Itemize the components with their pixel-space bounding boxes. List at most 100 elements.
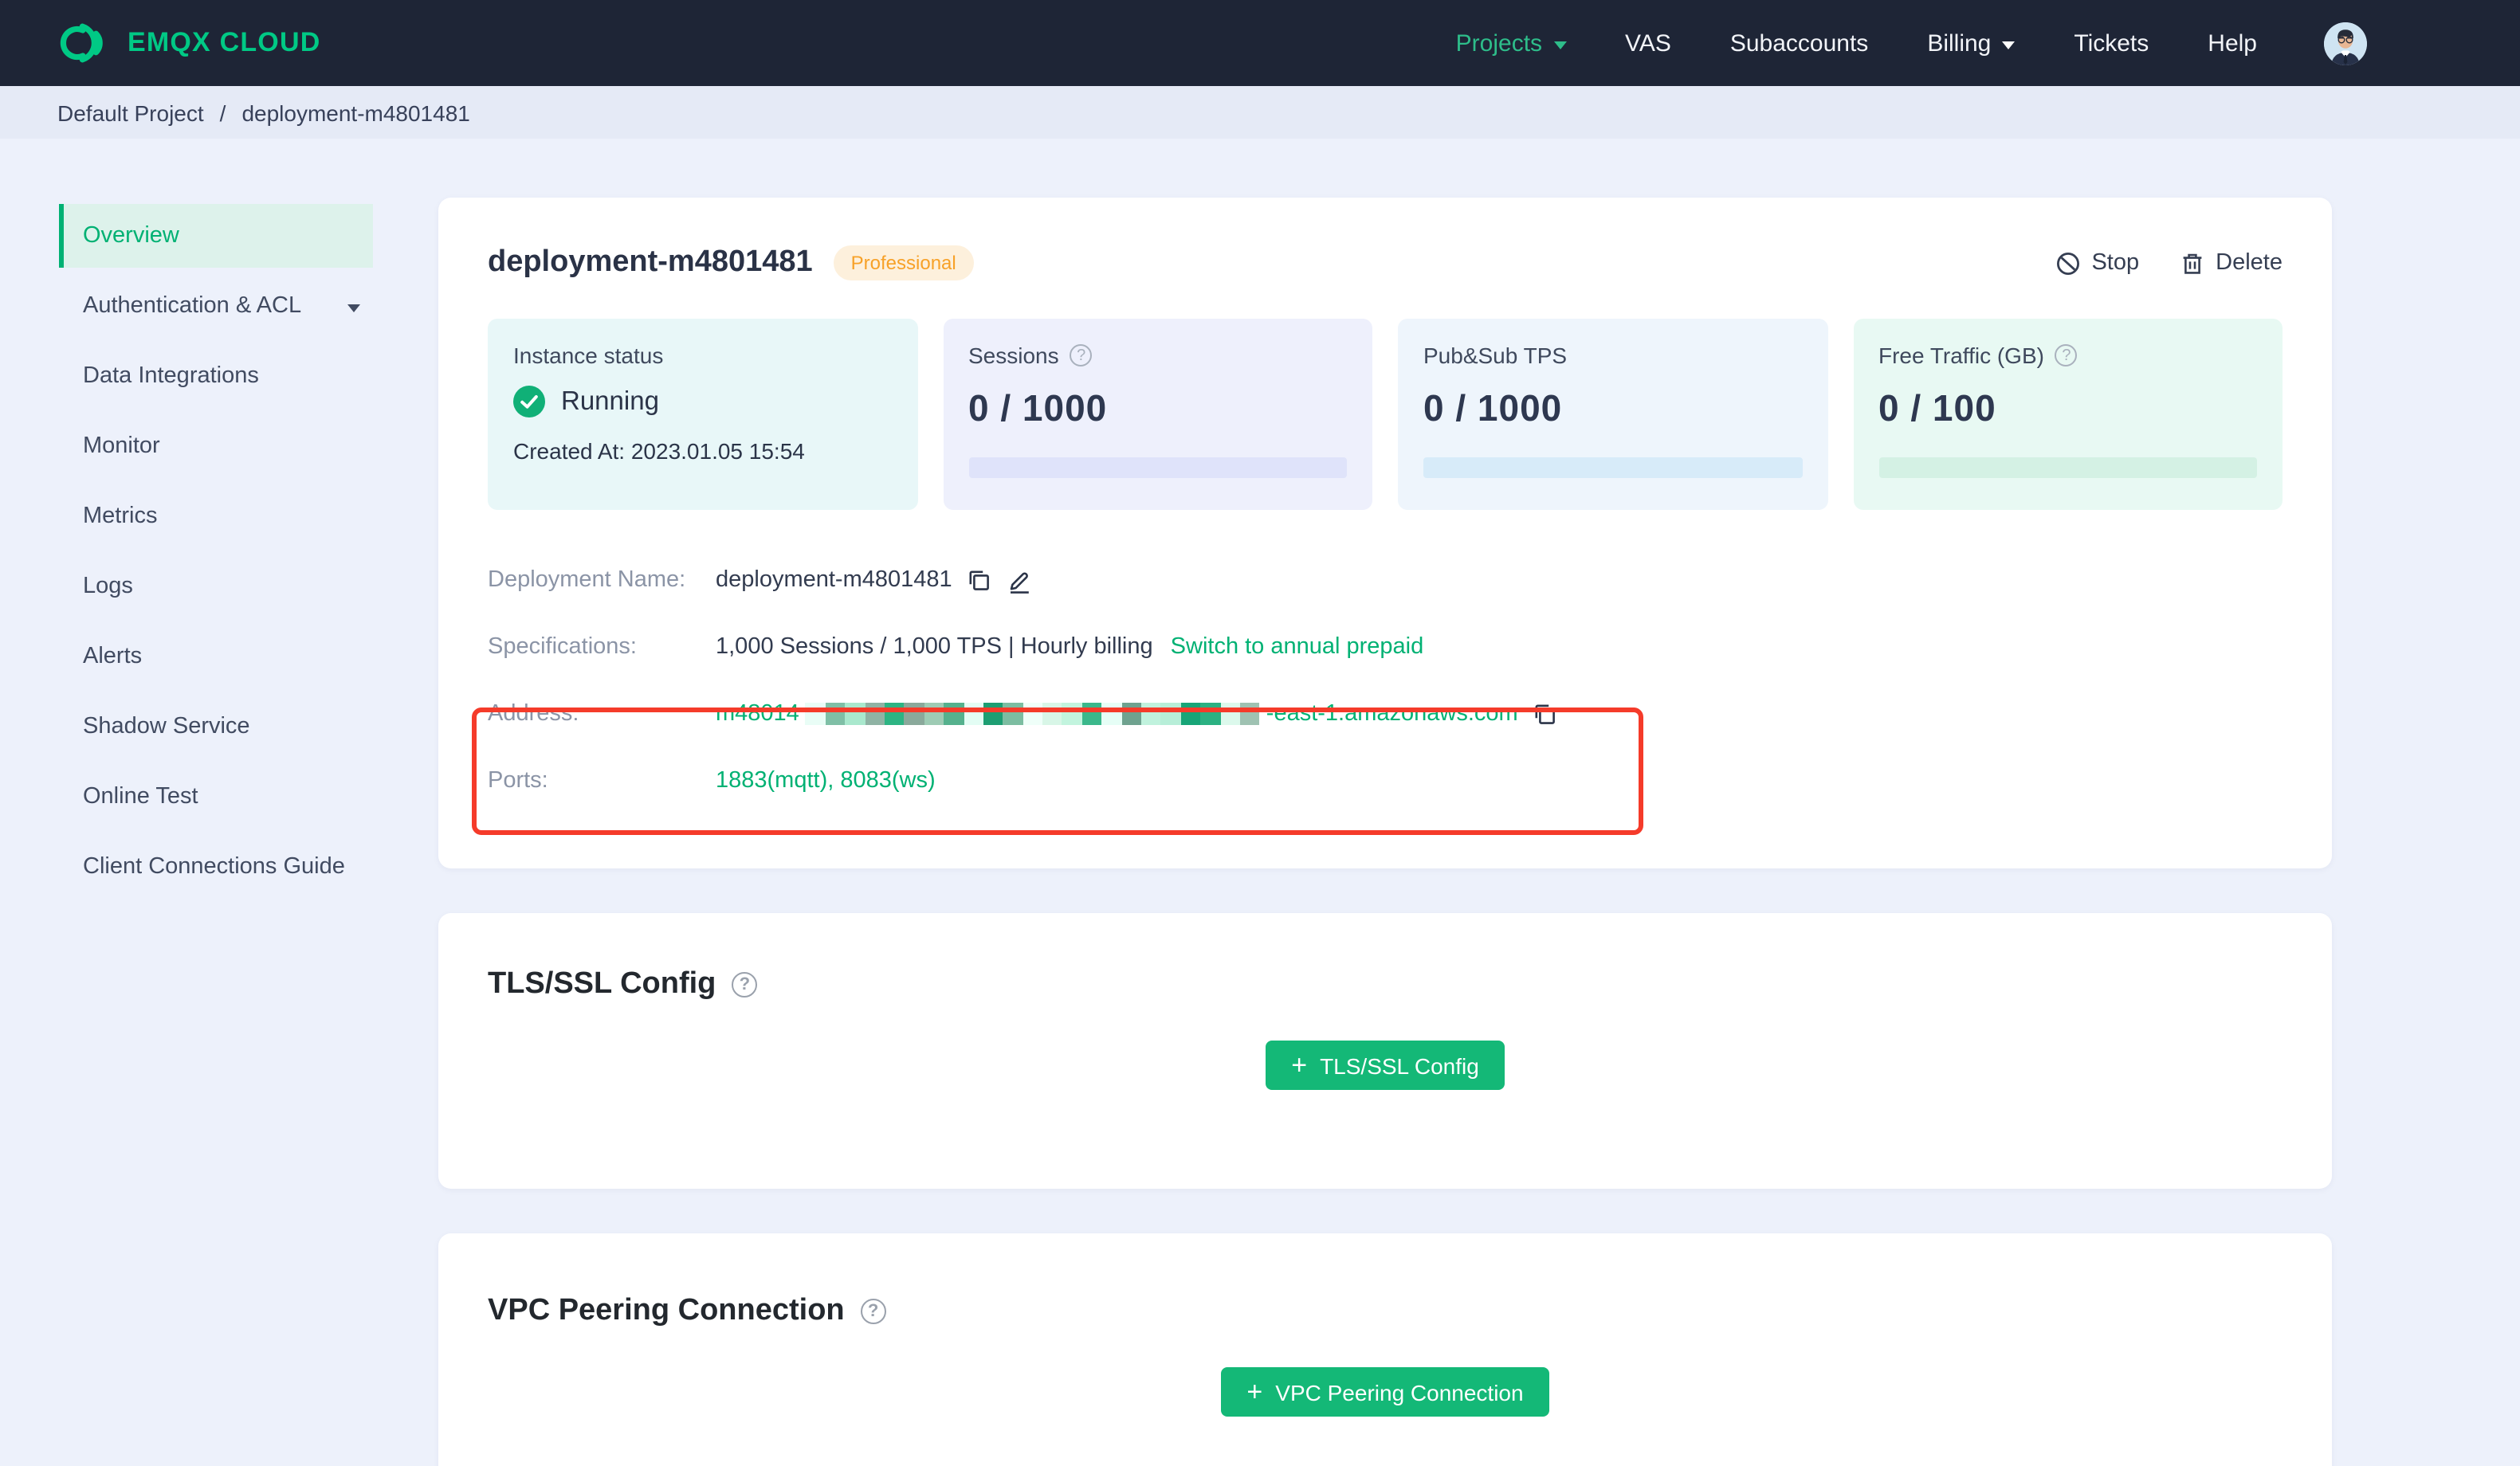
sidebar-item-monitor[interactable]: Monitor [59, 414, 373, 478]
caret-down-icon [347, 304, 360, 312]
vpc-peering-card: VPC Peering Connection ? + VPC Peering C… [438, 1233, 2332, 1466]
nav-item-label: Projects [1455, 29, 1543, 57]
section-title: VPC Peering Connection [488, 1294, 845, 1327]
row-label: Deployment Name: [488, 567, 686, 593]
stat-title: Sessions [968, 343, 1059, 368]
switch-annual-prepaid-link[interactable]: Switch to annual prepaid [1171, 634, 1424, 660]
top-navbar: EMQX CLOUD Projects VAS Subaccounts Bill… [0, 0, 2520, 86]
copy-icon[interactable] [967, 567, 992, 593]
delete-label: Delete [2216, 250, 2283, 276]
trash-icon [2180, 251, 2204, 275]
stop-button[interactable]: Stop [2056, 250, 2139, 276]
nav-item-tickets[interactable]: Tickets [2074, 29, 2149, 57]
sidebar-item-shadow-service[interactable]: Shadow Service [59, 695, 373, 758]
sidebar-item-label: Shadow Service [83, 714, 250, 739]
stop-label: Stop [2091, 250, 2140, 276]
deployment-overview-card: deployment-m4801481 Professional Stop De… [438, 198, 2332, 868]
navbar-menu: Projects VAS Subaccounts Billing Tickets… [1456, 29, 2257, 57]
breadcrumb-project[interactable]: Default Project [57, 100, 204, 125]
row-label: Ports: [488, 768, 548, 794]
sidebar-item-authentication-acl[interactable]: Authentication & ACL [59, 274, 373, 338]
emqx-logo-icon [57, 21, 107, 65]
address-redaction [805, 703, 1260, 725]
sidebar-item-label: Authentication & ACL [83, 293, 302, 319]
nav-item-vas[interactable]: VAS [1625, 29, 1671, 57]
caret-down-icon [1553, 41, 1567, 49]
sidebar-item-label: Monitor [83, 433, 160, 459]
stat-title: Instance status [513, 343, 664, 368]
tls-ssl-card: TLS/SSL Config ? + TLS/SSL Config [438, 913, 2332, 1189]
sidebar-item-label: Data Integrations [83, 363, 259, 389]
help-icon[interactable]: ? [1070, 344, 1093, 366]
specifications-row: Specifications: 1,000 Sessions / 1,000 T… [488, 613, 2283, 680]
sidebar-item-label: Client Connections Guide [83, 854, 345, 880]
sidebar-item-label: Alerts [83, 644, 143, 669]
sidebar-item-data-integrations[interactable]: Data Integrations [59, 344, 373, 408]
free-traffic-card: Free Traffic (GB) ? 0 / 100 [1853, 319, 2283, 510]
ports-value: 1883(mqtt), 8083(ws) [716, 768, 936, 794]
caret-down-icon [2002, 41, 2016, 49]
traffic-value: 0 / 100 [1878, 387, 1996, 429]
delete-button[interactable]: Delete [2180, 250, 2283, 276]
instance-status-card: Instance status Running Created At: 2023… [488, 319, 917, 510]
brand-name: EMQX CLOUD [128, 27, 321, 57]
breadcrumb: Default Project / deployment-m4801481 [0, 86, 2520, 139]
stat-title: Free Traffic (GB) [1878, 343, 2044, 368]
brand[interactable]: EMQX CLOUD [57, 21, 320, 65]
sessions-value: 0 / 1000 [968, 387, 1108, 429]
nav-item-help[interactable]: Help [2208, 29, 2257, 57]
address-row: Address: m48014 -east-1.amazonaws.com [488, 680, 2283, 747]
edit-icon[interactable] [1007, 566, 1034, 594]
sidebar-item-metrics[interactable]: Metrics [59, 484, 373, 548]
sidebar-item-online-test[interactable]: Online Test [59, 765, 373, 829]
section-title: TLS/SSL Config [488, 967, 716, 1001]
pubsub-tps-card: Pub&Sub TPS 0 / 1000 [1398, 319, 1827, 510]
ports-row: Ports: 1883(mqtt), 8083(ws) [488, 747, 2283, 814]
breadcrumb-separator: / [219, 100, 226, 125]
sidebar: Overview Authentication & ACL Data Integ… [0, 139, 438, 905]
status-badge: Running [561, 386, 659, 415]
copy-icon[interactable] [1533, 701, 1558, 727]
sidebar-item-client-connections-guide[interactable]: Client Connections Guide [59, 835, 373, 899]
nav-item-projects[interactable]: Projects [1455, 29, 1567, 57]
nav-item-label: Subaccounts [1729, 29, 1869, 57]
nav-item-label: Tickets [2074, 29, 2149, 57]
add-tls-ssl-config-button[interactable]: + TLS/SSL Config [1266, 1041, 1505, 1090]
sessions-card: Sessions ? 0 / 1000 [943, 319, 1372, 510]
address-suffix: -east-1.amazonaws.com [1266, 701, 1518, 727]
avatar[interactable] [2324, 22, 2367, 65]
add-vpc-peering-button[interactable]: + VPC Peering Connection [1221, 1367, 1549, 1417]
tps-value: 0 / 1000 [1423, 387, 1563, 429]
help-icon[interactable]: ? [860, 1299, 886, 1324]
help-icon[interactable]: ? [732, 972, 758, 998]
sidebar-item-overview[interactable]: Overview [59, 204, 373, 268]
nav-item-label: Help [2208, 29, 2257, 57]
button-label: TLS/SSL Config [1320, 1052, 1479, 1078]
deployment-name-row: Deployment Name: deployment-m4801481 [488, 547, 2283, 613]
nav-item-billing[interactable]: Billing [1927, 29, 2016, 57]
created-at: Created At: 2023.01.05 15:54 [513, 438, 805, 464]
specifications-value: 1,000 Sessions / 1,000 TPS | Hourly bill… [716, 634, 1153, 660]
sessions-progressbar [968, 457, 1347, 478]
sidebar-item-logs[interactable]: Logs [59, 555, 373, 618]
plus-icon: + [1291, 1049, 1308, 1080]
page-title: deployment-m4801481 [488, 245, 813, 279]
plan-badge: Professional [833, 245, 974, 280]
breadcrumb-deployment: deployment-m4801481 [241, 100, 470, 125]
help-icon[interactable]: ? [2055, 344, 2078, 366]
sidebar-item-alerts[interactable]: Alerts [59, 625, 373, 688]
row-label: Address: [488, 701, 579, 727]
row-label: Specifications: [488, 634, 637, 660]
plus-icon: + [1246, 1376, 1263, 1406]
deployment-name-value: deployment-m4801481 [716, 567, 952, 593]
sidebar-item-label: Metrics [83, 504, 158, 529]
sidebar-item-label: Overview [83, 223, 179, 249]
stop-icon [2056, 251, 2080, 275]
nav-item-label: Billing [1927, 29, 1992, 57]
nav-item-subaccounts[interactable]: Subaccounts [1730, 29, 1868, 57]
nav-item-label: VAS [1625, 29, 1671, 57]
main-content: deployment-m4801481 Professional Stop De… [438, 139, 2332, 1466]
sidebar-item-label: Logs [83, 574, 133, 599]
check-circle-icon [513, 386, 545, 417]
tps-progressbar [1423, 457, 1802, 478]
